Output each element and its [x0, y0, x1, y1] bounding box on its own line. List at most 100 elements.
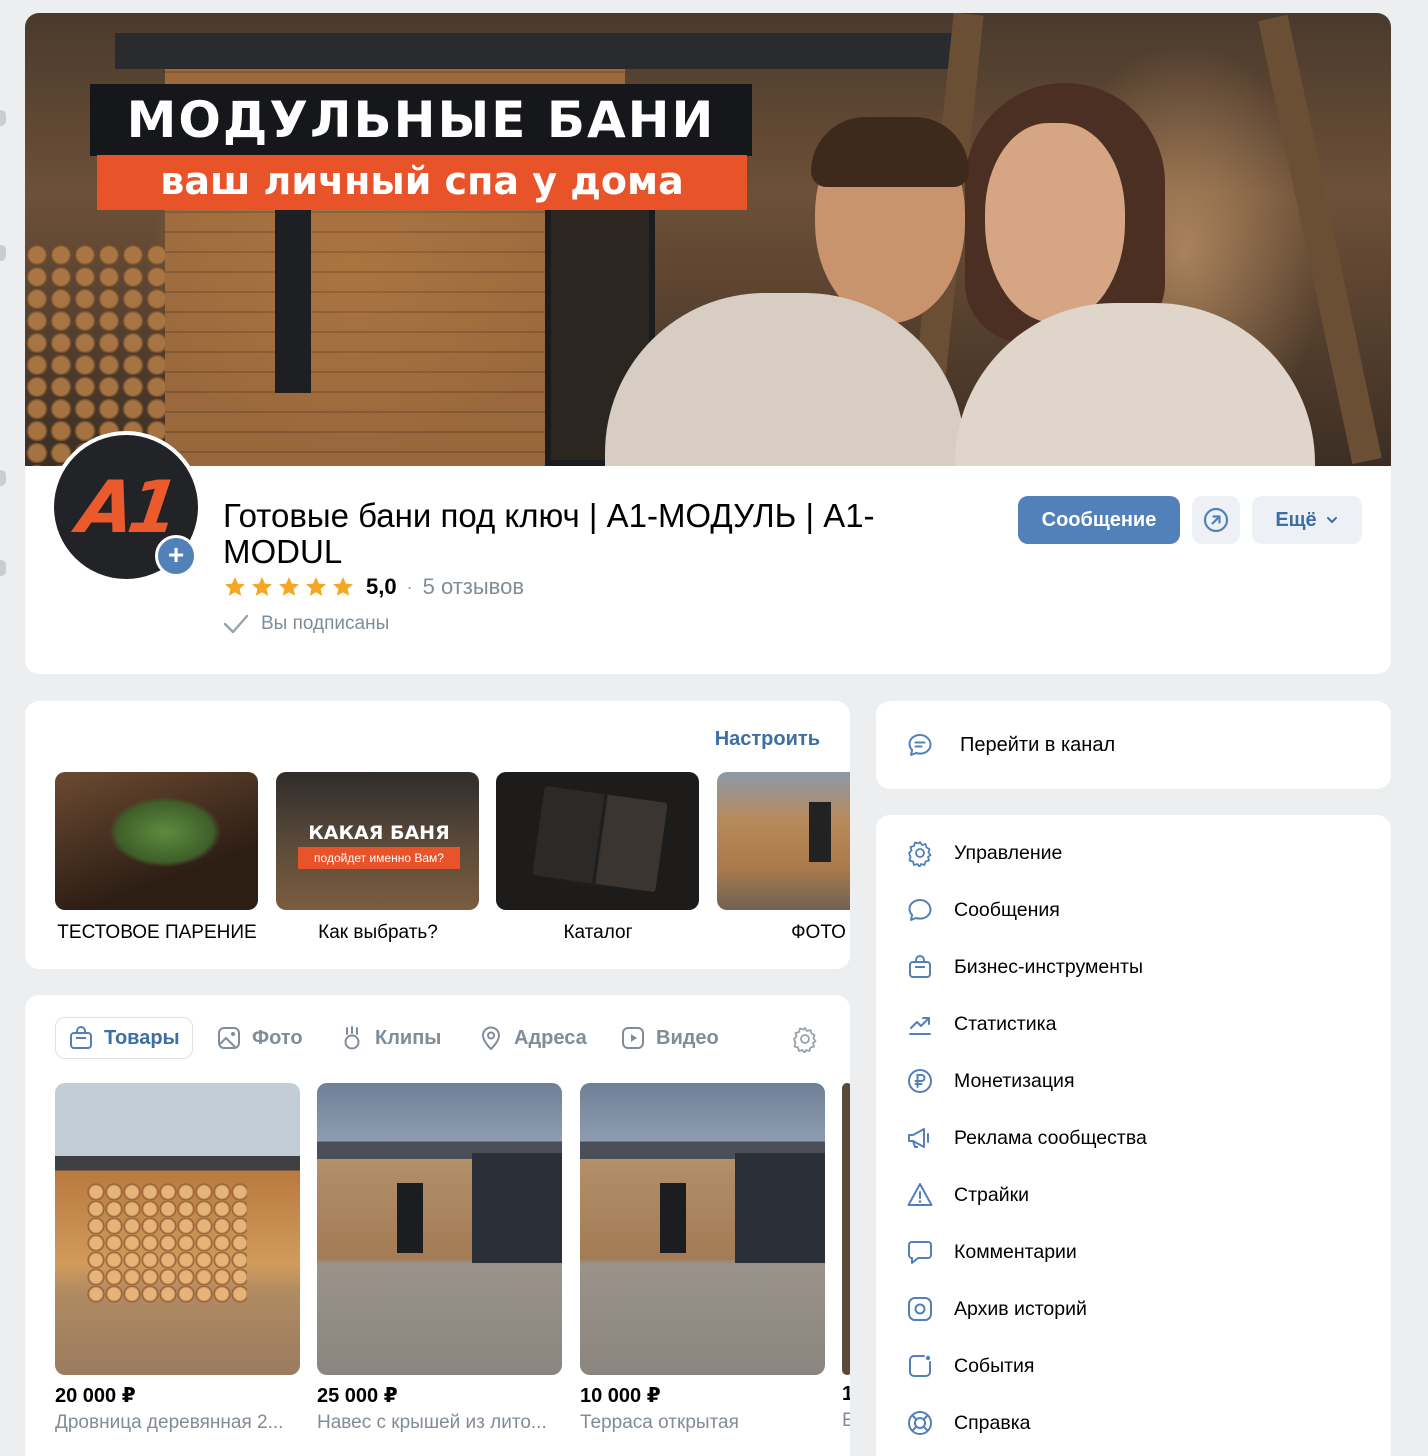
- menu-item-advertising[interactable]: Реклама сообщества: [906, 1123, 1147, 1153]
- star-icon: [279, 577, 299, 596]
- configure-link[interactable]: Настроить: [715, 728, 820, 751]
- tab-label: Адреса: [514, 1026, 587, 1049]
- catalog-book-image: [532, 785, 668, 893]
- thumbnail-door: [809, 802, 831, 862]
- menu-item-messages[interactable]: Сообщения: [906, 895, 1060, 925]
- tab-video[interactable]: Видео: [620, 1017, 719, 1059]
- menu-item-statistics[interactable]: Статистика: [906, 1009, 1056, 1039]
- page-title: Готовые бани под ключ | А1-МОДУЛЬ | А1-M…: [223, 497, 875, 570]
- menu-item-help[interactable]: Справка: [906, 1408, 1031, 1438]
- share-button[interactable]: [1192, 496, 1240, 544]
- chevron-down-icon: [1326, 517, 1337, 524]
- image-building: [472, 1153, 562, 1263]
- chart-icon: [909, 1017, 931, 1035]
- banner-subtitle: ваш личный спа у дома: [160, 159, 684, 203]
- avatar-logo: A1: [73, 465, 179, 549]
- rating-value: 5,0: [366, 574, 397, 599]
- product-image: [842, 1083, 850, 1375]
- menu-item-monetization[interactable]: Монетизация: [906, 1066, 1075, 1096]
- menu-item-stories-archive[interactable]: Архив историй: [906, 1294, 1087, 1324]
- image-window: [660, 1183, 686, 1253]
- add-story-button[interactable]: +: [155, 535, 197, 577]
- album-item[interactable]: КАКАЯ БАНЯ подойдет именно Вам? Как выбр…: [276, 772, 480, 944]
- menu-label: Комментарии: [954, 1240, 1077, 1263]
- message-button[interactable]: Сообщение: [1018, 496, 1180, 544]
- story-archive-icon: [908, 1297, 932, 1321]
- cover-roof: [115, 33, 965, 69]
- menu-label: Управление: [954, 841, 1063, 864]
- product-card[interactable]: 10 000 ₽ Терраса открытая: [580, 1083, 825, 1434]
- album-item[interactable]: Каталог: [496, 772, 700, 944]
- briefcase-icon: [909, 955, 931, 978]
- rating[interactable]: 5,0 · 5 отзывов: [223, 573, 524, 601]
- album-item[interactable]: ТЕСТОВОЕ ПАРЕНИЕ: [55, 772, 259, 944]
- help-icon: [908, 1411, 932, 1435]
- subscription-status[interactable]: Вы подписаны: [223, 613, 389, 635]
- menu-item-events[interactable]: События: [906, 1351, 1035, 1381]
- subscribed-label: Вы подписаны: [261, 613, 390, 634]
- tab-photo[interactable]: Фото: [216, 1017, 303, 1059]
- more-label: Ещё: [1275, 508, 1317, 531]
- product-image: [55, 1083, 300, 1375]
- separator-dot: ·: [406, 576, 413, 597]
- ruble-icon: [908, 1069, 932, 1093]
- album-label: Каталог: [563, 922, 633, 943]
- tab-clips[interactable]: Клипы: [339, 1017, 441, 1059]
- edge-fragment: [0, 470, 6, 486]
- more-button[interactable]: Ещё: [1252, 496, 1362, 544]
- product-price: 1: [842, 1383, 850, 1405]
- menu-item-management[interactable]: Управление: [906, 838, 1062, 868]
- menu-item-comments[interactable]: Комментарии: [906, 1237, 1077, 1267]
- reviews-link[interactable]: 5 отзывов: [423, 574, 524, 600]
- edge-fragment: [0, 245, 6, 261]
- star-icon: [225, 577, 245, 596]
- albums-block: Настроить ТЕСТОВОЕ ПАРЕНИЕ КАКАЯ БАНЯ по…: [25, 701, 850, 969]
- clips-icon: [344, 1026, 360, 1050]
- menu-item-strikes[interactable]: Страйки: [906, 1180, 1029, 1210]
- location-icon: [481, 1026, 501, 1051]
- product-card[interactable]: 1 Е: [842, 1083, 850, 1432]
- product-title: Дровница деревянная 2...: [55, 1412, 284, 1433]
- product-image: [580, 1083, 825, 1375]
- bag-icon: [70, 1026, 92, 1049]
- album-thumbnail: [717, 772, 850, 910]
- product-card[interactable]: 25 000 ₽ Навес с крышей из лито...: [317, 1083, 562, 1434]
- product-price: 25 000 ₽: [317, 1385, 398, 1407]
- image-building: [735, 1153, 825, 1263]
- go-to-channel-card[interactable]: Перейти в канал: [876, 701, 1391, 789]
- community-header: МОДУЛЬНЫЕ БАНИ ваш личный спа у дома A1 …: [25, 13, 1391, 674]
- image-window: [397, 1183, 423, 1253]
- comment-icon: [908, 1241, 932, 1264]
- album-thumbnail: [496, 772, 699, 910]
- gear-icon[interactable]: [791, 1025, 819, 1053]
- album-thumbnail: КАКАЯ БАНЯ подойдет именно Вам?: [276, 772, 479, 910]
- event-icon: [909, 1355, 931, 1377]
- tab-addresses[interactable]: Адреса: [478, 1017, 587, 1059]
- star-icon: [306, 577, 326, 596]
- product-title: Е: [842, 1410, 850, 1431]
- edge-fragment: [0, 560, 6, 576]
- check-icon: [223, 614, 249, 634]
- tab-goods[interactable]: Товары: [55, 1017, 193, 1059]
- menu-label: Монетизация: [954, 1069, 1075, 1092]
- chat-bubble-icon: [908, 734, 932, 756]
- menu-label: Сообщения: [954, 898, 1060, 921]
- thumbnail-title: КАКАЯ БАНЯ: [308, 822, 450, 844]
- content-tabs-block: Товары Фото Клипы Адреса Видео 20 000 ₽ …: [25, 995, 850, 1456]
- album-item[interactable]: ФОТО: [717, 772, 850, 944]
- gear-icon: [908, 841, 932, 867]
- album-label: Как выбрать?: [318, 922, 438, 943]
- album-label: ТЕСТОВОЕ ПАРЕНИЕ: [57, 922, 257, 943]
- image-icon: [218, 1027, 240, 1049]
- product-card[interactable]: 20 000 ₽ Дровница деревянная 2...: [55, 1083, 300, 1434]
- menu-label: Бизнес-инструменты: [954, 955, 1143, 978]
- menu-label: Страйки: [954, 1183, 1030, 1206]
- menu-item-business-tools[interactable]: Бизнес-инструменты: [906, 952, 1143, 982]
- go-to-channel-link[interactable]: Перейти в канал: [906, 731, 1115, 759]
- product-title: Навес с крышей из лито...: [317, 1412, 547, 1433]
- cover-image: МОДУЛЬНЫЕ БАНИ ваш личный спа у дома: [25, 13, 1391, 466]
- thumbnail-subtitle: подойдет именно Вам?: [298, 847, 460, 869]
- album-label: ФОТО: [791, 922, 846, 943]
- edge-fragment: [0, 110, 6, 126]
- cover-person-hair: [811, 117, 969, 187]
